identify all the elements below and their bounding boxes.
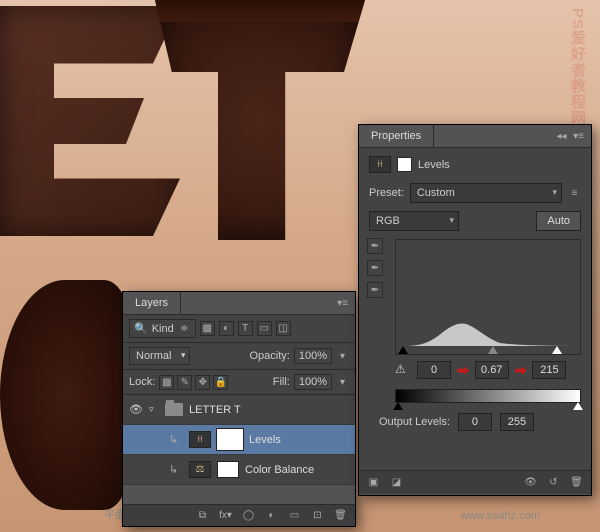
view-previous-icon[interactable]: 👁 [524, 476, 537, 489]
folder-icon [165, 403, 183, 416]
panel-menu-icon[interactable]: ▾≡ [336, 297, 349, 310]
adjustment-title-row: ⟊⟊ Levels [369, 156, 581, 173]
lock-transparency-icon[interactable]: ▩ [159, 375, 174, 390]
toggle-clip-icon[interactable]: ◪ [390, 476, 403, 489]
eyedropper-white-icon[interactable]: ✒ [367, 282, 383, 298]
histogram-curve [400, 320, 580, 346]
chevron-down-icon[interactable]: ▾ [336, 376, 349, 389]
filter-adjustment-icon[interactable]: ◐ [219, 321, 234, 336]
layers-footer: ⧉ fx▾ ◯ ◐ ▭ ⊡ 🗑 [123, 504, 355, 526]
shadow-slider[interactable] [398, 346, 408, 354]
layer-group-name[interactable]: LETTER T [189, 404, 241, 416]
auto-button[interactable]: Auto [536, 211, 581, 231]
canvas-letter-c [0, 280, 130, 510]
filter-smart-icon[interactable]: ◫ [276, 321, 291, 336]
layer-row-color-balance[interactable]: ↳ ⚖ Color Balance [123, 455, 355, 485]
levels-adjustment-icon: ⟊⟊ [189, 431, 211, 448]
output-shadow-field[interactable]: 0 [458, 413, 492, 431]
input-shadow-field[interactable]: 0 [417, 361, 451, 379]
clip-indicator-icon: ↳ [169, 433, 183, 446]
delete-adjustment-icon[interactable]: 🗑 [570, 476, 583, 489]
panel-menu-icon[interactable]: ▾≡ [572, 130, 585, 143]
layers-panel: Layers ▾≡ 🔍 Kind ≑ ▩ ◐ T ▭ ◫ Normal Opac… [122, 291, 356, 527]
layers-tab[interactable]: Layers [123, 292, 181, 314]
blend-mode-select[interactable]: Normal [129, 347, 190, 365]
midtone-slider[interactable] [488, 346, 498, 354]
watermark-bottom-right: www.psahz.com [461, 510, 540, 522]
canvas-letter-t [155, 0, 365, 240]
arrow-icon: ➡ [515, 362, 527, 379]
properties-footer: ▣ ◪ 👁 ↺ 🗑 [359, 470, 591, 494]
mask-thumb-icon[interactable] [397, 157, 412, 172]
filter-type-icon[interactable]: T [238, 321, 253, 336]
adjustment-title: Levels [418, 159, 450, 171]
chevron-down-icon: ≑ [178, 322, 191, 335]
fill-label: Fill: [273, 376, 290, 388]
delete-layer-icon[interactable]: 🗑 [334, 509, 347, 522]
folder-toggle-icon[interactable]: ▿ [149, 404, 159, 415]
new-group-icon[interactable]: ▭ [288, 509, 301, 522]
preset-menu-icon[interactable]: ≡ [568, 187, 581, 200]
reset-icon[interactable]: ↺ [547, 476, 560, 489]
properties-panel: Properties ◂◂ ▾≡ ⟊⟊ Levels Preset: Custo… [358, 124, 592, 496]
clip-to-layer-icon[interactable]: ▣ [367, 476, 380, 489]
layer-mask-icon[interactable]: ◯ [242, 509, 255, 522]
link-layers-icon[interactable]: ⧉ [196, 509, 209, 522]
output-levels-label: Output Levels: [379, 416, 450, 428]
filter-shape-icon[interactable]: ▭ [257, 321, 272, 336]
channel-select[interactable]: RGB [369, 211, 459, 231]
preset-label: Preset: [369, 187, 404, 199]
layer-group-row[interactable]: 👁 ▿ LETTER T [123, 395, 355, 425]
arrow-icon: ➡ [457, 362, 469, 379]
lock-pixels-icon[interactable]: ✎ [177, 375, 192, 390]
new-layer-icon[interactable]: ⊡ [311, 509, 324, 522]
filter-pixel-icon[interactable]: ▩ [200, 321, 215, 336]
layer-name[interactable]: Color Balance [245, 464, 314, 476]
adjustment-layer-icon[interactable]: ◐ [265, 509, 278, 522]
output-highlight-slider[interactable] [573, 402, 583, 410]
filter-kind-select[interactable]: 🔍 Kind ≑ [129, 319, 196, 338]
eyedropper-gray-icon[interactable]: ✒ [367, 260, 383, 276]
fill-value[interactable]: 100% [294, 374, 332, 390]
layer-mask[interactable] [217, 429, 243, 450]
properties-panel-header[interactable]: Properties ◂◂ ▾≡ [359, 125, 591, 148]
levels-histogram[interactable] [395, 239, 581, 355]
input-midtone-field[interactable]: 0.67 [475, 361, 509, 379]
output-highlight-field[interactable]: 255 [500, 413, 534, 431]
visibility-icon[interactable]: 👁 [129, 403, 143, 416]
search-icon: 🔍 [134, 322, 148, 335]
layer-mask[interactable] [217, 461, 239, 478]
chevron-down-icon[interactable]: ▾ [336, 350, 349, 363]
output-gradient[interactable] [395, 389, 581, 403]
clip-indicator-icon: ↳ [169, 463, 183, 476]
levels-adjustment-icon: ⟊⟊ [369, 156, 391, 173]
layer-fx-icon[interactable]: fx▾ [219, 509, 232, 522]
highlight-slider[interactable] [552, 346, 562, 354]
properties-tab[interactable]: Properties [359, 125, 434, 147]
eyedropper-black-icon[interactable]: ✒ [367, 238, 383, 254]
warning-icon[interactable]: ⚠ [395, 362, 411, 378]
layers-panel-header[interactable]: Layers ▾≡ [123, 292, 355, 315]
opacity-value[interactable]: 100% [294, 348, 332, 364]
output-shadow-slider[interactable] [393, 402, 403, 410]
watermark-site-name: PS爱好者教程网 [567, 8, 588, 126]
input-highlight-field[interactable]: 215 [532, 361, 566, 379]
color-balance-adjustment-icon: ⚖ [189, 461, 211, 478]
layer-row-levels[interactable]: ↳ ⟊⟊ Levels [123, 425, 355, 455]
layer-filter-row: 🔍 Kind ≑ ▩ ◐ T ▭ ◫ [123, 315, 355, 342]
filter-kind-label: Kind [152, 323, 174, 335]
opacity-label: Opacity: [250, 350, 290, 362]
layer-list: 👁 ▿ LETTER T ↳ ⟊⟊ Levels ↳ ⚖ Color Balan… [123, 395, 355, 485]
lock-position-icon[interactable]: ✥ [195, 375, 210, 390]
eyedropper-group: ✒ ✒ ✒ [367, 238, 383, 298]
lock-all-icon[interactable]: 🔒 [213, 375, 228, 390]
collapse-icon[interactable]: ◂◂ [555, 130, 568, 143]
layer-name[interactable]: Levels [249, 434, 281, 446]
lock-row: Lock: ▩ ✎ ✥ 🔒 Fill: 100% ▾ [123, 369, 355, 395]
preset-select[interactable]: Custom [410, 183, 562, 203]
blend-mode-row: Normal Opacity: 100% ▾ [123, 342, 355, 369]
canvas-letter-e [0, 6, 180, 236]
lock-label: Lock: [129, 376, 155, 388]
